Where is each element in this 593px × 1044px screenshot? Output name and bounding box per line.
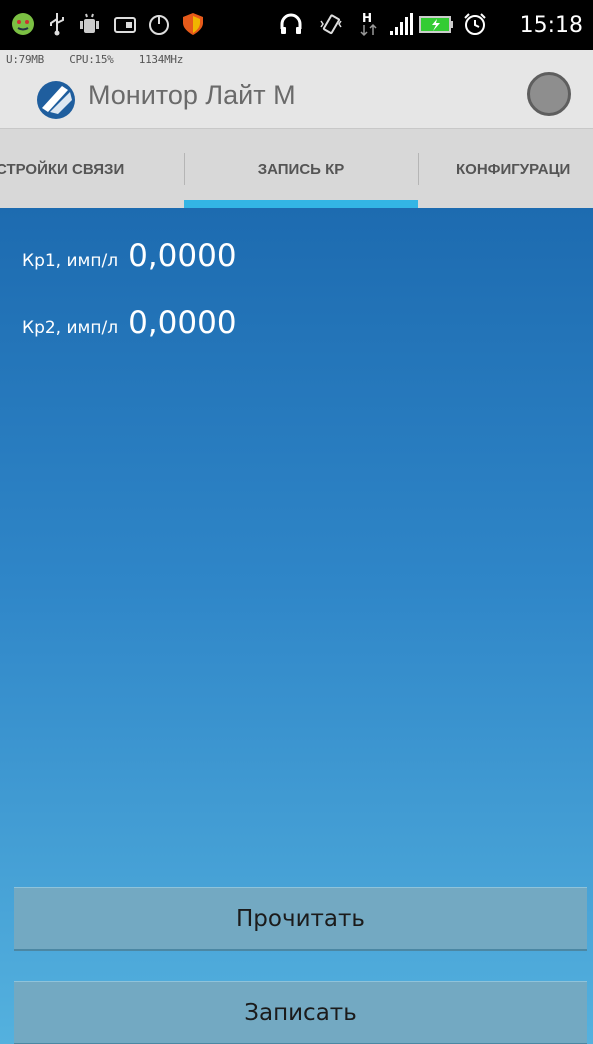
tab-divider — [418, 153, 419, 185]
tab-write-kr[interactable]: ЗАПИСЬ КР — [184, 129, 418, 208]
action-bar: U:79MB CPU:15% 1134MHz Монитор Лайт М — [0, 50, 593, 128]
content-area: Кр1, имп/л 0,0000 Кр2, имп/л 0,0000 Проч… — [0, 208, 593, 1044]
power-icon — [149, 15, 169, 35]
tab-label: КОНФИГУРАЦИ — [456, 160, 571, 178]
bug-icon — [12, 13, 34, 35]
signal-icon — [390, 13, 413, 35]
system-stats: U:79MB CPU:15% 1134MHz — [6, 53, 184, 66]
usb-icon — [50, 13, 64, 36]
tab-label: СТРОЙКИ СВЯЗИ — [0, 160, 125, 178]
shield-icon — [183, 13, 203, 35]
android-debug-icon — [80, 13, 99, 33]
status-time: 15:18 — [519, 13, 583, 38]
write-button[interactable]: Записать — [14, 981, 587, 1044]
tab-connection-settings[interactable]: СТРОЙКИ СВЯЗИ — [0, 129, 184, 208]
field-label: Кр2, имп/л — [22, 318, 119, 338]
svg-text:H: H — [362, 11, 372, 25]
field-value: 0,0000 — [128, 305, 237, 341]
field-kr2: Кр2, имп/л 0,0000 — [22, 305, 237, 341]
sd-card-icon — [114, 17, 136, 33]
field-kr1: Кр1, имп/л 0,0000 — [22, 238, 237, 274]
app-logo-icon — [37, 81, 75, 119]
network-h-icon: H — [360, 11, 377, 37]
tab-label: ЗАПИСЬ КР — [257, 160, 345, 178]
status-bar: H 15:18 — [0, 0, 593, 50]
vibrate-icon — [320, 14, 342, 35]
headphones-icon — [280, 13, 302, 34]
app-title: Монитор Лайт М — [88, 80, 296, 110]
tab-configuration[interactable]: КОНФИГУРАЦИ — [456, 129, 593, 208]
read-button[interactable]: Прочитать — [14, 887, 587, 951]
active-tab-indicator — [184, 200, 418, 208]
connection-status-indicator[interactable] — [527, 72, 571, 116]
field-label: Кр1, имп/л — [22, 251, 119, 271]
field-value: 0,0000 — [128, 238, 237, 274]
tab-bar: СТРОЙКИ СВЯЗИ ЗАПИСЬ КР КОНФИГУРАЦИ — [0, 128, 593, 208]
battery-icon — [419, 16, 453, 33]
alarm-icon — [464, 13, 486, 35]
